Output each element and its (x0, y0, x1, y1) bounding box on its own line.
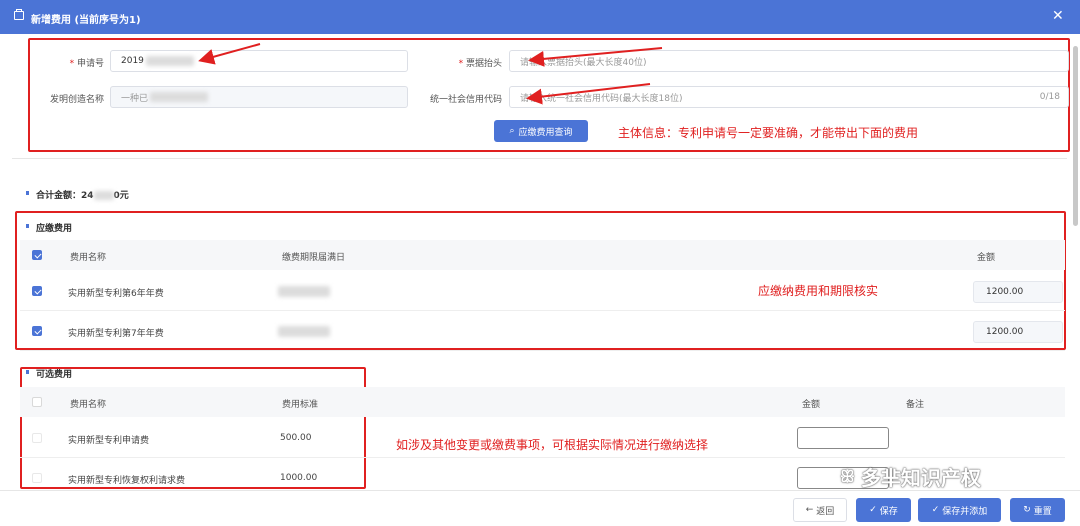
save-button[interactable]: ✓ 保存 (856, 498, 911, 522)
fee-standard: 500.00 (280, 433, 312, 443)
fee-standard: 1000.00 (280, 473, 318, 483)
due-fees-header: 费用名称 缴费期限届满日 金额 (20, 240, 1065, 270)
header-deadline: 缴费期限届满日 (282, 253, 346, 263)
refresh-icon: ↻ (1023, 505, 1031, 515)
wechat-icon: ꕥ (840, 466, 855, 486)
header-remark: 备注 (906, 400, 925, 410)
select-all-checkbox[interactable] (32, 397, 42, 407)
header-standard: 费用标准 (282, 400, 319, 410)
header-fee-name: 费用名称 (70, 253, 107, 263)
reset-button[interactable]: ↻ 重置 (1010, 498, 1065, 522)
table-row: 实用新型专利第6年年费 1200.00 (20, 272, 1065, 311)
row-checkbox[interactable] (32, 286, 42, 296)
row-checkbox[interactable] (32, 433, 42, 443)
scrollbar[interactable] (1073, 46, 1078, 226)
arrow-invoice-title (528, 47, 663, 67)
row-checkbox[interactable] (32, 326, 42, 336)
header-amount: 金额 (977, 253, 996, 263)
amount-input[interactable] (797, 427, 889, 449)
table-row: 实用新型专利第7年年费 1200.00 (20, 312, 1065, 351)
amount-field[interactable]: 1200.00 (973, 321, 1063, 343)
optional-fees-title: 可选费用 (25, 367, 72, 380)
due-fees-title: 应缴费用 (25, 221, 72, 234)
arrow-left-icon: ← (805, 505, 814, 515)
dialog-footer: ← 返回 ✓ 保存 ✓ 保存并添加 ↻ 重置 (0, 490, 1080, 526)
optional-fees-header: 费用名称 费用标准 金额 备注 (20, 387, 1065, 417)
header-amount: 金额 (802, 400, 821, 410)
deadline-value (278, 286, 330, 297)
optional-fees-annotation: 如涉及其他变更或缴费事项，可根据实际情况进行缴纳选择 (396, 438, 709, 452)
fee-name: 实用新型专利申请费 (68, 436, 150, 446)
fee-name: 实用新型专利第6年年费 (68, 289, 164, 299)
deadline-value (278, 326, 330, 337)
select-all-checkbox[interactable] (32, 250, 42, 260)
header-fee-name: 费用名称 (70, 400, 107, 410)
due-fees-annotation: 应缴纳费用和期限核实 (758, 284, 879, 298)
check-icon: ✓ (931, 505, 940, 515)
arrow-application-no (198, 43, 261, 65)
save-and-add-button[interactable]: ✓ 保存并添加 (918, 498, 1001, 522)
fee-name: 实用新型专利第7年年费 (68, 329, 164, 339)
arrow-credit-code (526, 83, 651, 105)
back-button[interactable]: ← 返回 (793, 498, 847, 522)
check-icon: ✓ (869, 505, 877, 515)
row-checkbox[interactable] (32, 473, 42, 483)
form-divider (12, 158, 1067, 159)
amount-field[interactable]: 1200.00 (973, 281, 1063, 303)
total-amount: 合计金额：24 0元 (26, 188, 129, 201)
fee-name: 实用新型专利恢复权利请求费 (68, 476, 186, 486)
watermark: ꕥ 多芈知识产权 (840, 466, 981, 490)
